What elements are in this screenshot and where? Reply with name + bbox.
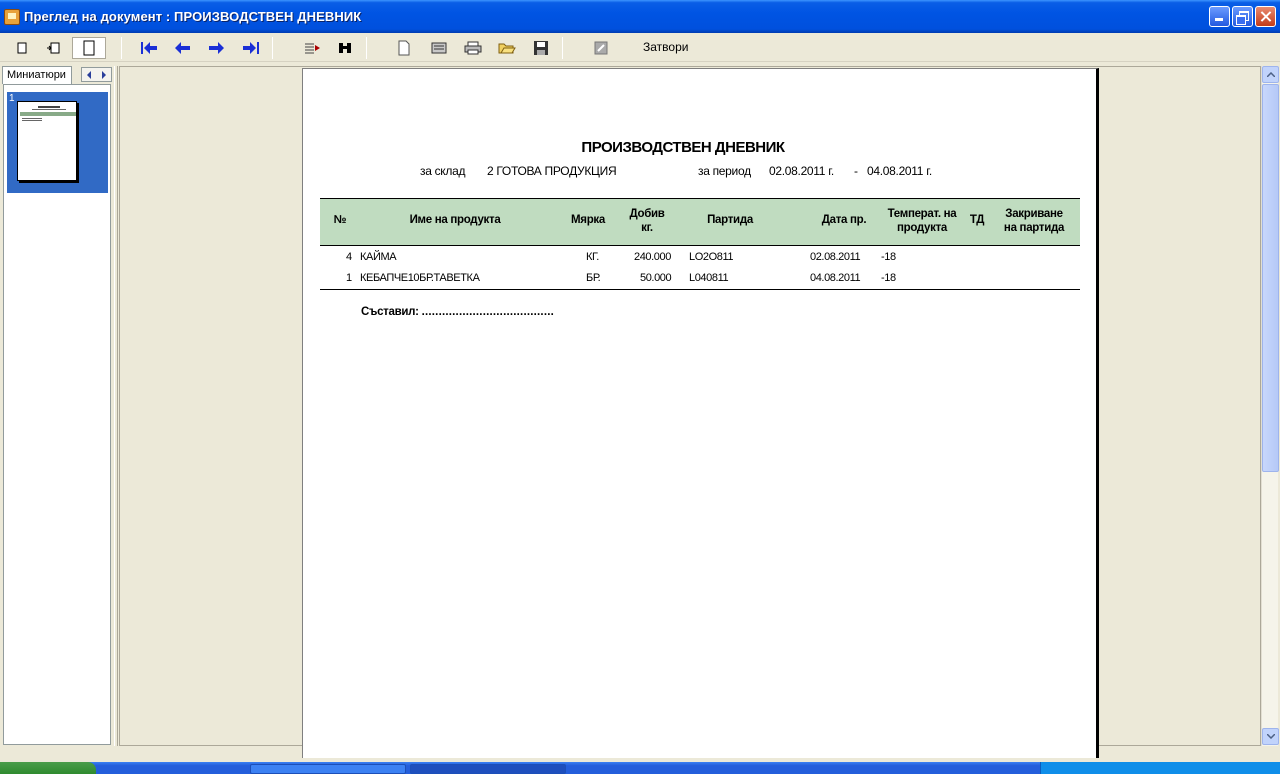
cell-unit: КГ. [586, 251, 599, 263]
cell-date: 02.08.2011 [810, 251, 861, 263]
col-unit: Мярка [571, 214, 605, 226]
close-button[interactable]: Затвори [643, 40, 688, 54]
scroll-thumb[interactable] [1262, 84, 1279, 472]
warehouse-name: 2 ГОТОВА ПРОДУКЦИЯ [487, 164, 617, 178]
col-close-batch: Закриване на партида [996, 207, 1072, 235]
cell-date: 04.08.2011 [810, 272, 861, 284]
cell-temperature: -18 [881, 251, 896, 263]
warehouse-prefix: за склад [420, 164, 466, 178]
col-close-line2: на партида [1003, 222, 1065, 234]
new-page-icon[interactable] [394, 37, 414, 59]
report-page: ПРОИЗВОДСТВЕН ДНЕВНИК за склад 2 ГОТОВА … [302, 68, 1099, 758]
cell-yield: 240.000 [634, 251, 671, 263]
col-yield: Добив кг. [620, 207, 674, 235]
col-temperature: Температ. на продукта [878, 207, 966, 235]
close-window-button[interactable] [1255, 6, 1276, 27]
thumbnail-number: 1 [9, 93, 15, 104]
table-row: 4 КАЙМА КГ. 240.000 LO2O811 02.08.2011 -… [320, 248, 1080, 268]
app-icon [4, 8, 20, 25]
cell-yield: 50.000 [640, 272, 672, 284]
export-icon[interactable] [301, 37, 323, 59]
find-icon[interactable] [334, 37, 356, 59]
col-td: ТД [969, 214, 985, 226]
period-prefix: за период [698, 164, 751, 178]
cell-product: КАЙМА [360, 251, 397, 263]
taskbar-item[interactable] [250, 764, 406, 774]
toolbar [0, 33, 1280, 62]
fit-width-icon[interactable] [44, 37, 64, 59]
chevron-up-icon [1266, 72, 1275, 77]
chevron-down-icon [1266, 734, 1275, 739]
thumbnail-panel: 1 [3, 84, 111, 745]
tab-scroll[interactable] [81, 67, 112, 82]
table-row: 1 КЕБАПЧЕ10БР.ТАВЕТКА БР. 50.000 L040811… [320, 269, 1080, 289]
col-batch: Партида [707, 214, 753, 226]
cell-no: 4 [346, 251, 352, 263]
print-icon[interactable] [462, 37, 484, 59]
signature-line: ....................................... [421, 306, 555, 318]
cell-unit: БР. [586, 272, 601, 284]
cell-temperature: -18 [881, 272, 896, 284]
thumbnail-page-1[interactable]: 1 [7, 92, 108, 193]
chevron-left-icon[interactable] [86, 70, 92, 79]
next-page-icon[interactable] [205, 37, 227, 59]
col-yield-line1: Добив [629, 208, 665, 220]
cell-batch: LO2O811 [689, 251, 734, 263]
open-icon[interactable] [496, 37, 518, 59]
cell-batch: L040811 [689, 272, 729, 284]
col-date: Дата пр. [821, 214, 867, 226]
window-title: Преглед на документ : ПРОИЗВОДСТВЕН ДНЕВ… [24, 9, 362, 24]
taskbar-item-active[interactable] [410, 764, 566, 774]
col-no: № [333, 214, 347, 226]
col-close-line1: Закриване [1005, 208, 1063, 220]
period-separator: - [854, 164, 858, 178]
period-to: 04.08.2011 г. [867, 164, 932, 178]
prev-page-icon[interactable] [172, 37, 194, 59]
chevron-right-icon[interactable] [101, 70, 107, 79]
table-bottom-rule [320, 289, 1080, 290]
col-temp-line1: Температ. на [887, 208, 957, 220]
period-from: 02.08.2011 г. [769, 164, 834, 178]
col-yield-line2: кг. [641, 222, 653, 234]
page-thumbnail [17, 101, 77, 181]
first-page-icon[interactable] [138, 37, 160, 59]
save-icon[interactable] [530, 37, 552, 59]
cell-no: 1 [346, 272, 352, 284]
last-page-icon[interactable] [240, 37, 262, 59]
scroll-up-button[interactable] [1262, 66, 1279, 83]
signed-label: Съставил: [361, 306, 419, 318]
tab-thumbnails[interactable]: Миниатюри [2, 66, 72, 84]
single-page-icon[interactable] [12, 37, 32, 59]
taskbar [0, 762, 1280, 774]
col-product: Име на продукта [409, 214, 501, 226]
cell-product: КЕБАПЧЕ10БР.ТАВЕТКА [360, 272, 480, 284]
edit-icon[interactable] [590, 37, 612, 59]
panel-splitter[interactable] [114, 66, 118, 746]
page-setup-icon[interactable] [428, 37, 450, 59]
minimize-button[interactable] [1209, 6, 1230, 27]
vertical-scrollbar[interactable] [1261, 66, 1279, 746]
start-button[interactable] [0, 762, 96, 774]
fit-page-icon[interactable] [72, 37, 106, 59]
title-bar: Преглед на документ : ПРОИЗВОДСТВЕН ДНЕВ… [0, 0, 1280, 33]
preview-area: ПРОИЗВОДСТВЕН ДНЕВНИК за склад 2 ГОТОВА … [119, 66, 1261, 758]
scroll-down-button[interactable] [1262, 728, 1279, 745]
system-tray [1040, 762, 1280, 774]
restore-button[interactable] [1232, 6, 1253, 27]
signed-by: Съставил: ..............................… [361, 306, 554, 318]
table-header: № Име на продукта Мярка Добив кг. Партид… [320, 198, 1080, 246]
report-title: ПРОИЗВОДСТВЕН ДНЕВНИК [581, 139, 785, 156]
col-temp-line2: продукта [896, 222, 948, 234]
